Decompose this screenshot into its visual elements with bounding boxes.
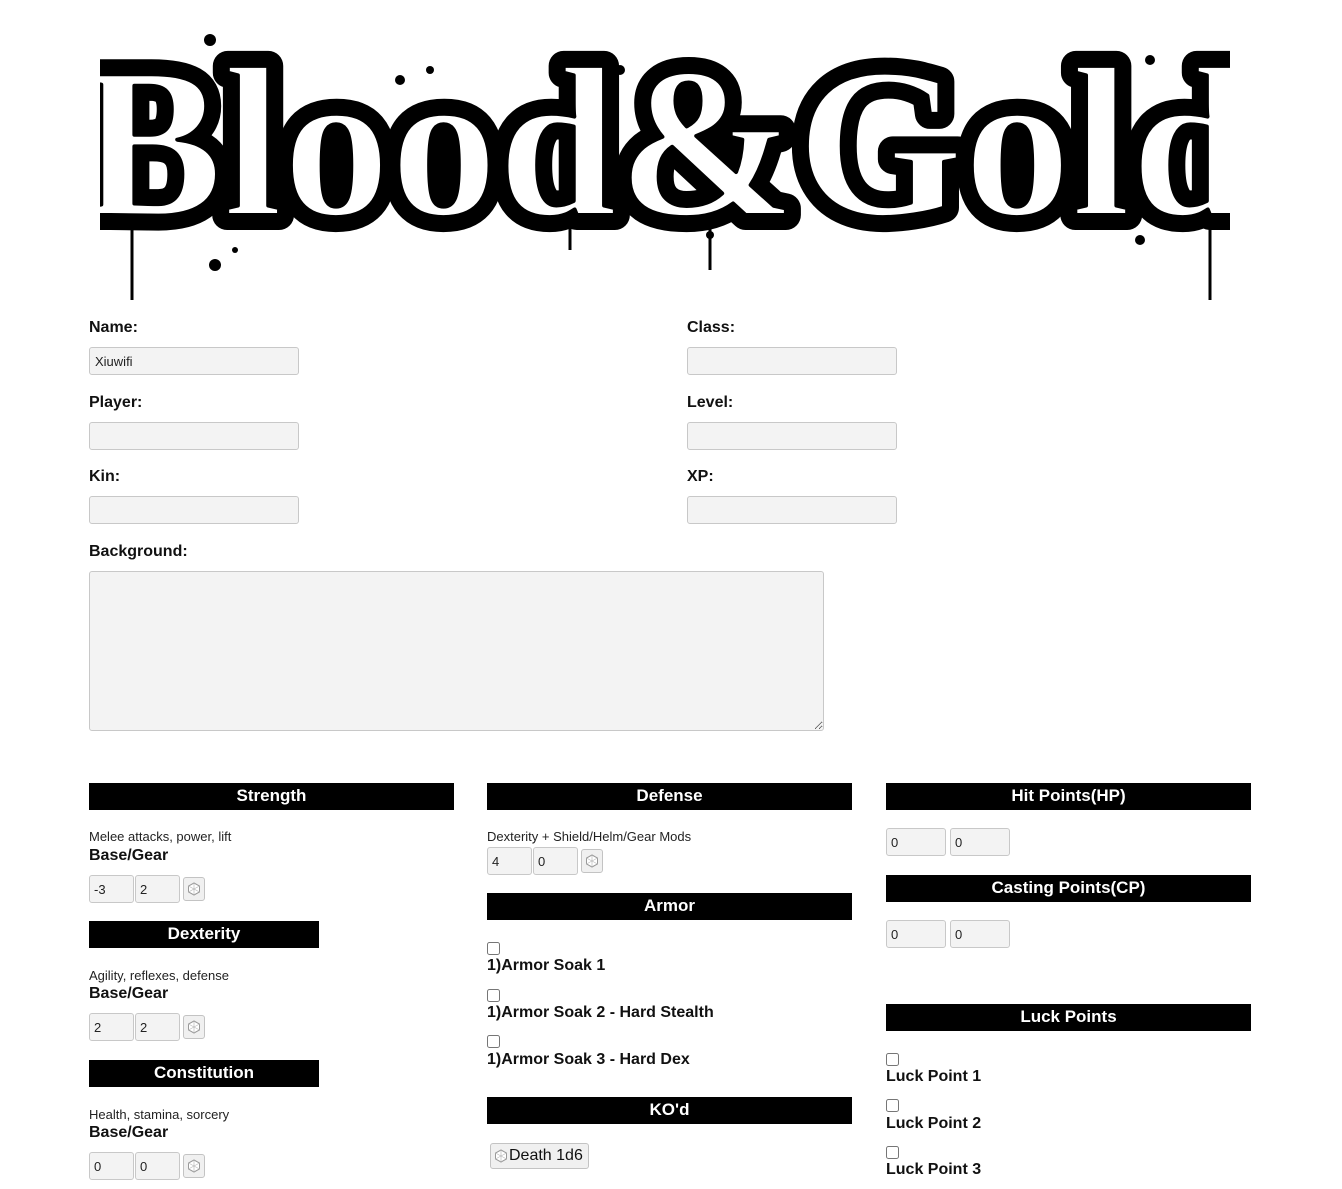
luck-point-3-checkbox[interactable] bbox=[886, 1146, 899, 1159]
luck-point-2-label: Luck Point 2 bbox=[886, 1115, 982, 1132]
constitution-gear-input[interactable] bbox=[135, 1152, 180, 1180]
class-input[interactable] bbox=[687, 347, 897, 375]
kin-input[interactable] bbox=[89, 496, 299, 524]
cp-max-input[interactable] bbox=[950, 920, 1010, 948]
level-label: Level: bbox=[687, 394, 734, 411]
armor-soak-2-label: 1)Armor Soak 2 - Hard Stealth bbox=[487, 1004, 714, 1021]
constitution-header: Constitution bbox=[89, 1060, 319, 1087]
dice-icon bbox=[495, 1149, 507, 1163]
dice-icon bbox=[188, 882, 200, 896]
strength-description: Melee attacks, power, lift bbox=[89, 829, 232, 844]
name-label: Name: bbox=[89, 319, 138, 336]
death-roll-label: Death 1d6 bbox=[509, 1147, 583, 1164]
name-input[interactable] bbox=[89, 347, 299, 375]
dexterity-base-gear-label: Base/Gear bbox=[89, 985, 169, 1002]
hp-header: Hit Points(HP) bbox=[886, 783, 1251, 810]
kod-header: KO'd bbox=[487, 1097, 852, 1124]
death-roll-button[interactable]: Death 1d6 bbox=[490, 1143, 589, 1169]
luck-point-2-checkbox[interactable] bbox=[886, 1099, 899, 1112]
luck-point-1-label: Luck Point 1 bbox=[886, 1068, 982, 1085]
dice-icon bbox=[188, 1020, 200, 1034]
cp-header: Casting Points(CP) bbox=[886, 875, 1251, 902]
armor-soak-2-checkbox[interactable] bbox=[487, 989, 500, 1002]
dexterity-header: Dexterity bbox=[89, 921, 319, 948]
armor-soak-1-label: 1)Armor Soak 1 bbox=[487, 957, 606, 974]
defense-mod-input[interactable] bbox=[533, 847, 578, 875]
hp-current-input[interactable] bbox=[886, 828, 946, 856]
strength-roll-button[interactable] bbox=[183, 877, 205, 901]
defense-base-input[interactable] bbox=[487, 847, 532, 875]
player-label: Player: bbox=[89, 394, 143, 411]
armor-soak-3-checkbox[interactable] bbox=[487, 1035, 500, 1048]
constitution-description: Health, stamina, sorcery bbox=[89, 1107, 230, 1122]
defense-roll-button[interactable] bbox=[581, 849, 603, 873]
strength-header: Strength bbox=[89, 783, 454, 810]
defense-description: Dexterity + Shield/Helm/Gear Mods bbox=[487, 829, 692, 844]
strength-base-gear-label: Base/Gear bbox=[89, 847, 169, 864]
armor-soak-3-label: 1)Armor Soak 3 - Hard Dex bbox=[487, 1051, 690, 1068]
background-label: Background: bbox=[89, 543, 188, 560]
luck-point-3-label: Luck Point 3 bbox=[886, 1161, 982, 1178]
dexterity-roll-button[interactable] bbox=[183, 1015, 205, 1039]
blood-and-gold-logo: Blood&Gold Blood&Gold bbox=[100, 10, 1230, 300]
strength-base-input[interactable] bbox=[89, 875, 134, 903]
player-input[interactable] bbox=[89, 422, 299, 450]
armor-soak-1-checkbox[interactable] bbox=[487, 942, 500, 955]
dexterity-gear-input[interactable] bbox=[135, 1013, 180, 1041]
cp-current-input[interactable] bbox=[886, 920, 946, 948]
level-input[interactable] bbox=[687, 422, 897, 450]
constitution-base-gear-label: Base/Gear bbox=[89, 1124, 169, 1141]
constitution-roll-button[interactable] bbox=[183, 1154, 205, 1178]
class-label: Class: bbox=[687, 319, 736, 336]
hp-max-input[interactable] bbox=[950, 828, 1010, 856]
background-textarea[interactable] bbox=[89, 571, 824, 731]
xp-label: XP: bbox=[687, 468, 714, 485]
defense-header: Defense bbox=[487, 783, 852, 810]
svg-text:Blood&Gold: Blood&Gold bbox=[100, 23, 1230, 262]
armor-header: Armor bbox=[487, 893, 852, 920]
constitution-base-input[interactable] bbox=[89, 1152, 134, 1180]
dexterity-base-input[interactable] bbox=[89, 1013, 134, 1041]
dice-icon bbox=[586, 854, 598, 868]
luck-header: Luck Points bbox=[886, 1004, 1251, 1031]
luck-point-1-checkbox[interactable] bbox=[886, 1053, 899, 1066]
dexterity-description: Agility, reflexes, defense bbox=[89, 968, 229, 983]
strength-gear-input[interactable] bbox=[135, 875, 180, 903]
kin-label: Kin: bbox=[89, 468, 121, 485]
dice-icon bbox=[188, 1159, 200, 1173]
xp-input[interactable] bbox=[687, 496, 897, 524]
